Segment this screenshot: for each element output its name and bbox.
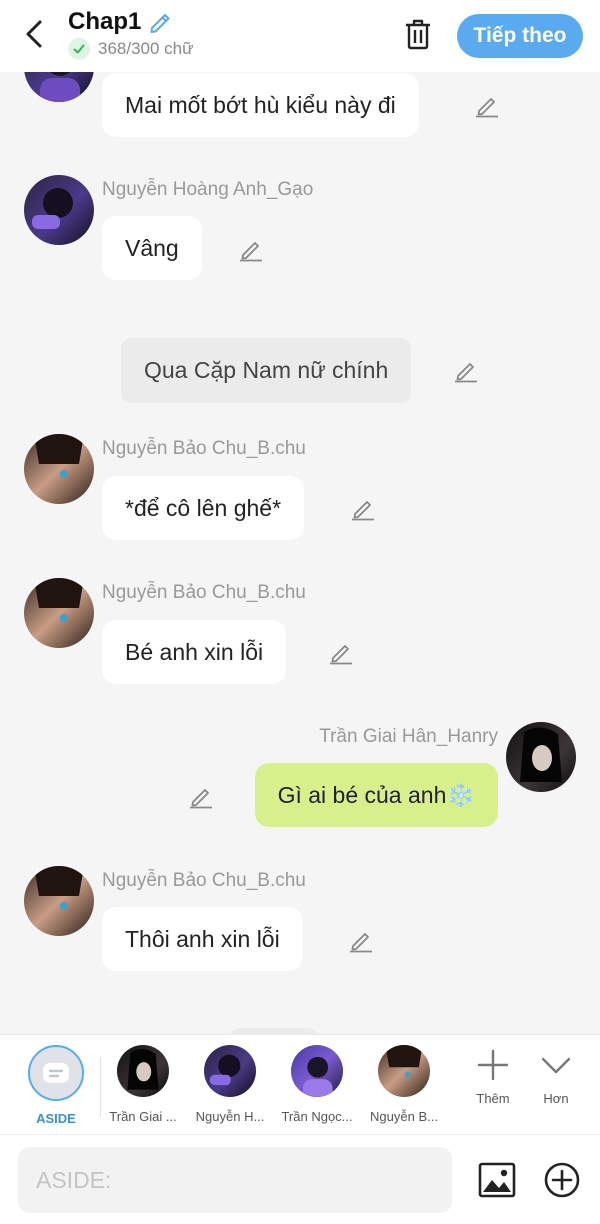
avatar[interactable] xyxy=(506,722,576,792)
trash-icon xyxy=(406,19,430,50)
message-bubble[interactable]: Gì ai bé của anh❄️ xyxy=(254,763,498,827)
edit-message-icon[interactable] xyxy=(328,639,354,665)
edit-message-icon[interactable] xyxy=(350,495,376,521)
avatar[interactable] xyxy=(24,434,94,504)
message-text: Gì ai bé của anh❄️ xyxy=(277,781,475,808)
avatar xyxy=(378,1045,430,1097)
delete-button[interactable] xyxy=(398,14,438,54)
composer xyxy=(0,1134,600,1224)
chevron-down-icon xyxy=(541,1057,571,1074)
message-text: Thôi anh xin lỗi xyxy=(125,925,280,952)
sender-name: Nguyễn Bảo Chu_B.chu xyxy=(102,870,306,891)
more-button[interactable]: Hơn xyxy=(514,1049,598,1106)
character-item[interactable]: Trần Giai ... xyxy=(101,1045,185,1124)
message-input[interactable] xyxy=(18,1147,452,1213)
message-bubble[interactable]: *để cô lên ghế* xyxy=(102,476,305,540)
edit-message-icon[interactable] xyxy=(348,927,374,953)
narration-text: Qua Cặp Nam nữ chính xyxy=(144,357,389,383)
next-button[interactable]: Tiếp theo xyxy=(457,14,583,58)
chapter-title: Chap1 xyxy=(68,8,142,35)
character-name: Nguyễn H... xyxy=(195,1109,265,1124)
message-list[interactable]: Mai mốt bớt hù kiểu này đi Nguyễn Hoàng … xyxy=(0,0,600,1034)
edit-title-icon[interactable] xyxy=(147,8,175,36)
message-text: Vâng xyxy=(125,234,179,261)
character-name: Trần Ngọc... xyxy=(281,1109,353,1124)
message-bubble[interactable]: Thôi anh xin lỗi xyxy=(102,907,303,971)
character-name: Trần Giai ... xyxy=(109,1109,177,1124)
avatar xyxy=(204,1045,256,1097)
character-item[interactable]: Trần Ngọc... xyxy=(275,1045,359,1124)
edit-message-icon[interactable] xyxy=(453,357,479,383)
aside-selector[interactable]: ASIDE xyxy=(14,1045,98,1126)
character-item[interactable]: Nguyễn H... xyxy=(188,1045,272,1124)
avatar[interactable] xyxy=(24,866,94,936)
avatar xyxy=(291,1045,343,1097)
insert-image-button[interactable] xyxy=(477,1160,517,1200)
aside-label: ASIDE xyxy=(36,1111,76,1126)
aside-icon xyxy=(28,1045,84,1101)
chevron-left-icon xyxy=(26,20,42,48)
character-bar: ASIDE Trần Giai ... Nguyễn H... Trần Ngọ… xyxy=(0,1034,600,1134)
edit-message-icon[interactable] xyxy=(474,92,500,118)
sender-name: Nguyễn Bảo Chu_B.chu xyxy=(102,438,306,459)
word-count: 368/300 chữ xyxy=(98,39,194,58)
message-text: Bé anh xin lỗi xyxy=(125,638,264,665)
message-bubble[interactable]: Bé anh xin lỗi xyxy=(102,620,287,684)
add-button[interactable] xyxy=(543,1161,581,1199)
check-icon xyxy=(68,38,90,60)
more-label: Hơn xyxy=(543,1091,569,1106)
back-button[interactable] xyxy=(16,16,52,52)
avatar[interactable] xyxy=(24,578,94,648)
edit-message-icon[interactable] xyxy=(188,783,214,809)
avatar[interactable] xyxy=(24,175,94,245)
plus-circle-icon xyxy=(544,1162,580,1198)
image-icon xyxy=(478,1162,516,1198)
message-bubble[interactable]: Mai mốt bớt hù kiểu này đi xyxy=(102,73,419,137)
edit-message-icon[interactable] xyxy=(238,236,264,262)
sender-name: Nguyễn Hoàng Anh_Gạo xyxy=(102,179,314,200)
sender-name: Nguyễn Bảo Chu_B.chu xyxy=(102,582,306,603)
character-name: Nguyễn B... xyxy=(370,1109,438,1124)
message-text: Mai mốt bớt hù kiểu này đi xyxy=(125,91,396,118)
message-bubble[interactable]: Vâng xyxy=(102,216,202,280)
message-text: *để cô lên ghế* xyxy=(125,494,282,521)
add-label: Thêm xyxy=(476,1091,510,1106)
avatar xyxy=(117,1045,169,1097)
chapter-info: Chap1 368/300 chữ xyxy=(68,8,194,60)
top-bar: Chap1 368/300 chữ Tiếp theo xyxy=(0,0,600,72)
sender-name: Trần Giai Hân_Hanry xyxy=(319,726,498,747)
character-item[interactable]: Nguyễn B... xyxy=(362,1045,446,1124)
plus-icon xyxy=(477,1049,509,1081)
narration-bubble[interactable]: Qua Cặp Nam nữ chính xyxy=(121,338,412,403)
